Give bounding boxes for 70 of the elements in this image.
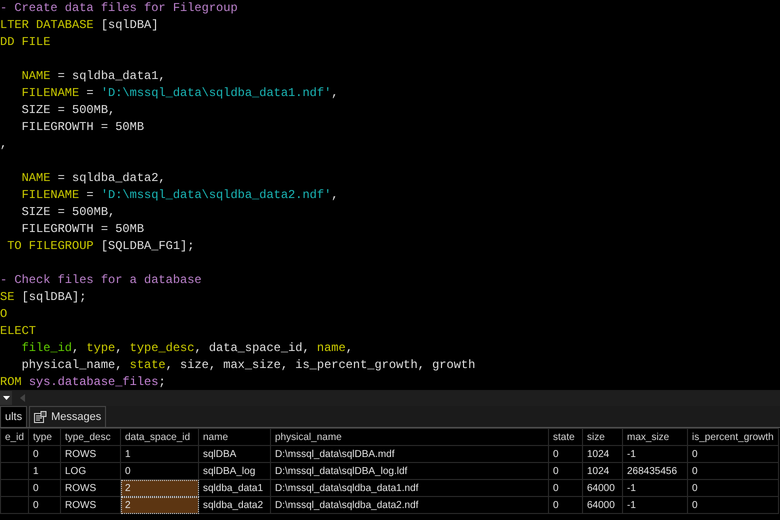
table-cell: 2 bbox=[120, 496, 198, 514]
caret-icon bbox=[2, 396, 10, 400]
table-cell: 0 bbox=[28, 480, 60, 496]
table-cell: 0 bbox=[548, 480, 582, 496]
table-cell: 0 bbox=[688, 462, 778, 480]
column-header[interactable]: state bbox=[548, 428, 582, 446]
column-header[interactable]: name bbox=[198, 428, 270, 446]
table-cell: 1024 bbox=[582, 462, 622, 480]
code-line: SIZE = 500MB, bbox=[20, 102, 116, 119]
code-line: file_id, type, type_desc, data_space_id, name, bbox=[20, 340, 354, 357]
table-cell: 1 bbox=[28, 462, 60, 480]
results-tab[interactable]: ults bbox=[0, 406, 28, 427]
table-cell: sqlDBA_log bbox=[198, 462, 270, 480]
column-header[interactable]: max_size bbox=[622, 428, 688, 446]
table-cell: 0 bbox=[688, 496, 778, 514]
code-line: FILEGROWTH = 50MB bbox=[20, 119, 146, 136]
code-line: DD FILE bbox=[0, 34, 52, 51]
table-cell: 0 bbox=[28, 446, 60, 462]
column-header[interactable]: is_percent_growth bbox=[688, 428, 778, 446]
dropdown-button[interactable] bbox=[0, 391, 12, 405]
code-line: FILENAME = 'D:\mssql_data\sqldba_data2.ndf', bbox=[20, 187, 340, 204]
table-cell: ROWS bbox=[60, 480, 120, 496]
table-cell: sqlDBA bbox=[198, 446, 270, 462]
code-line: ROM sys.database_files; bbox=[0, 374, 167, 391]
message-icon bbox=[34, 410, 48, 423]
table-cell: 64000 bbox=[582, 480, 622, 496]
table-cell: 268435456 bbox=[622, 462, 688, 480]
column-header[interactable]: type bbox=[28, 428, 60, 446]
code-line: , bbox=[0, 136, 8, 153]
column-header[interactable]: type_desc bbox=[60, 428, 120, 446]
table-cell: D:\mssql_data\sqlDBA_log.ldf bbox=[270, 462, 548, 480]
table-cell: LOG bbox=[60, 462, 120, 480]
column-header[interactable]: size bbox=[582, 428, 622, 446]
table-cell: ROWS bbox=[60, 446, 120, 462]
table-cell: D:\mssql_data\sqldba_data1.ndf bbox=[270, 480, 548, 496]
table-cell: -1 bbox=[622, 480, 688, 496]
code-line: LTER DATABASE [sqlDBA] bbox=[0, 17, 160, 34]
code-line: - Check files for a database bbox=[0, 272, 203, 289]
code-line: - Create data files for Filegroup bbox=[0, 0, 239, 17]
table-cell: 0 bbox=[548, 496, 582, 514]
table-cell: -1 bbox=[622, 446, 688, 462]
table-cell: 1024 bbox=[582, 446, 622, 462]
table-cell: 2 bbox=[120, 480, 198, 496]
column-header[interactable]: physical_name bbox=[270, 428, 548, 446]
code-line: O bbox=[0, 306, 8, 323]
column-header[interactable]: data_space_id bbox=[120, 428, 198, 446]
code-line: SE [sqlDBA]; bbox=[0, 289, 88, 306]
table-cell: D:\mssql_data\sqldba_data2.ndf bbox=[270, 496, 548, 514]
code-line: NAME = sqldba_data1, bbox=[20, 68, 167, 85]
code-line: SIZE = 500MB, bbox=[20, 204, 116, 221]
table-cell: D:\mssql_data\sqlDBA.mdf bbox=[270, 446, 548, 462]
column-header[interactable]: e_id bbox=[0, 428, 28, 446]
table-cell: 0 bbox=[688, 446, 778, 462]
code-line: NAME = sqldba_data2, bbox=[20, 170, 167, 187]
table-cell: 64000 bbox=[582, 496, 622, 514]
results-tab[interactable]: Messages bbox=[29, 406, 106, 427]
table-cell: 0 bbox=[548, 446, 582, 462]
code-line: ELECT bbox=[0, 323, 38, 340]
table-cell: 0 bbox=[28, 496, 60, 514]
table-cell: 0 bbox=[548, 462, 582, 480]
table-cell: 1 bbox=[120, 446, 198, 462]
code-line: FILENAME = 'D:\mssql_data\sqldba_data1.ndf', bbox=[20, 85, 340, 102]
code-line: FILEGROWTH = 50MB bbox=[20, 221, 146, 238]
table-cell: -1 bbox=[622, 496, 688, 514]
table-cell: ROWS bbox=[60, 496, 120, 514]
table-cell: sqldba_data2 bbox=[198, 496, 270, 514]
code-line: TO FILEGROUP [SQLDBA_FG1]; bbox=[6, 238, 196, 255]
table-cell: 0 bbox=[688, 480, 778, 496]
table-cell: sqldba_data1 bbox=[198, 480, 270, 496]
code-line: physical_name, state, size, max_size, is_percent_growth, growth bbox=[20, 357, 476, 374]
